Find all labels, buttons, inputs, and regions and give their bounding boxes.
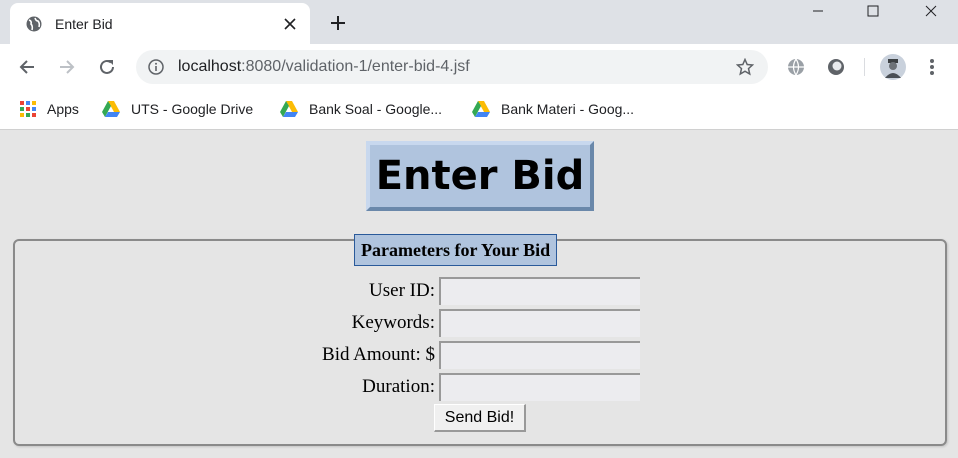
address-path: :8080/validation-1/enter-bid-4.jsf <box>241 58 470 75</box>
page-title-box: Enter Bid <box>366 141 594 211</box>
address-host: localhost <box>178 58 242 75</box>
globe-icon <box>26 16 42 32</box>
maximize-icon[interactable] <box>850 0 896 22</box>
keywords-label: Keywords: <box>351 312 435 333</box>
bookmark-label: UTS - Google Drive <box>131 101 254 117</box>
bid-amount-row: Bid Amount: $ <box>0 341 958 369</box>
tab-title: Enter Bid <box>55 16 113 32</box>
bookmark-uts-google-drive[interactable]: UTS - Google Drive <box>101 99 253 119</box>
forward-arrow-icon[interactable] <box>55 55 79 79</box>
bid-amount-label: Bid Amount: $ <box>322 344 435 365</box>
bookmark-label: Apps <box>47 101 79 117</box>
google-drive-icon <box>102 101 120 117</box>
bid-amount-input[interactable] <box>439 341 640 369</box>
keywords-input[interactable] <box>439 309 640 337</box>
toolbar-separator <box>864 58 865 76</box>
new-tab-plus-icon[interactable] <box>327 12 349 34</box>
keywords-row: Keywords: <box>0 309 958 337</box>
duration-row: Duration: <box>0 373 958 401</box>
browser-tab[interactable]: Enter Bid <box>10 3 310 44</box>
site-info-icon[interactable] <box>148 59 164 75</box>
tab-close-icon[interactable] <box>280 14 300 34</box>
user-id-row: User ID: <box>0 277 958 305</box>
address-url: localhost:8080/validation-1/enter-bid-4.… <box>178 58 470 76</box>
extension-circle-icon[interactable] <box>825 56 847 78</box>
bookmarks-bar: Apps UTS - Google Drive Bank Soal - Goog… <box>0 90 958 130</box>
page-content: Enter Bid Parameters for Your Bid User I… <box>0 131 958 458</box>
google-drive-icon <box>472 101 490 117</box>
back-arrow-icon[interactable] <box>15 55 39 79</box>
bookmark-apps[interactable]: Apps <box>19 99 79 119</box>
apps-grid-icon <box>20 101 36 117</box>
duration-input[interactable] <box>439 373 640 401</box>
bookmark-label: Bank Soal - Google... <box>309 101 443 117</box>
address-bar[interactable]: localhost:8080/validation-1/enter-bid-4.… <box>136 50 768 84</box>
translate-globe-icon[interactable] <box>785 56 807 78</box>
tab-strip: Enter Bid <box>0 0 958 44</box>
google-drive-icon <box>280 101 298 117</box>
window-close-icon[interactable] <box>908 0 954 22</box>
user-id-label: User ID: <box>369 280 435 301</box>
send-bid-button[interactable]: Send Bid! <box>434 404 526 432</box>
duration-label: Duration: <box>362 376 435 397</box>
user-id-input[interactable] <box>439 277 640 305</box>
bookmark-label: Bank Materi - Goog... <box>501 101 635 117</box>
fieldset-legend: Parameters for Your Bid <box>354 234 558 266</box>
reload-icon[interactable] <box>95 55 119 79</box>
page-title: Enter Bid <box>375 153 585 199</box>
bookmark-star-icon[interactable] <box>735 57 755 76</box>
profile-avatar[interactable] <box>880 54 906 80</box>
bookmark-bank-materi[interactable]: Bank Materi - Goog... <box>471 99 634 119</box>
minimize-icon[interactable] <box>795 0 841 22</box>
browser-toolbar: localhost:8080/validation-1/enter-bid-4.… <box>0 44 958 90</box>
bookmark-bank-soal[interactable]: Bank Soal - Google... <box>279 99 442 119</box>
more-vertical-icon[interactable] <box>921 56 943 78</box>
